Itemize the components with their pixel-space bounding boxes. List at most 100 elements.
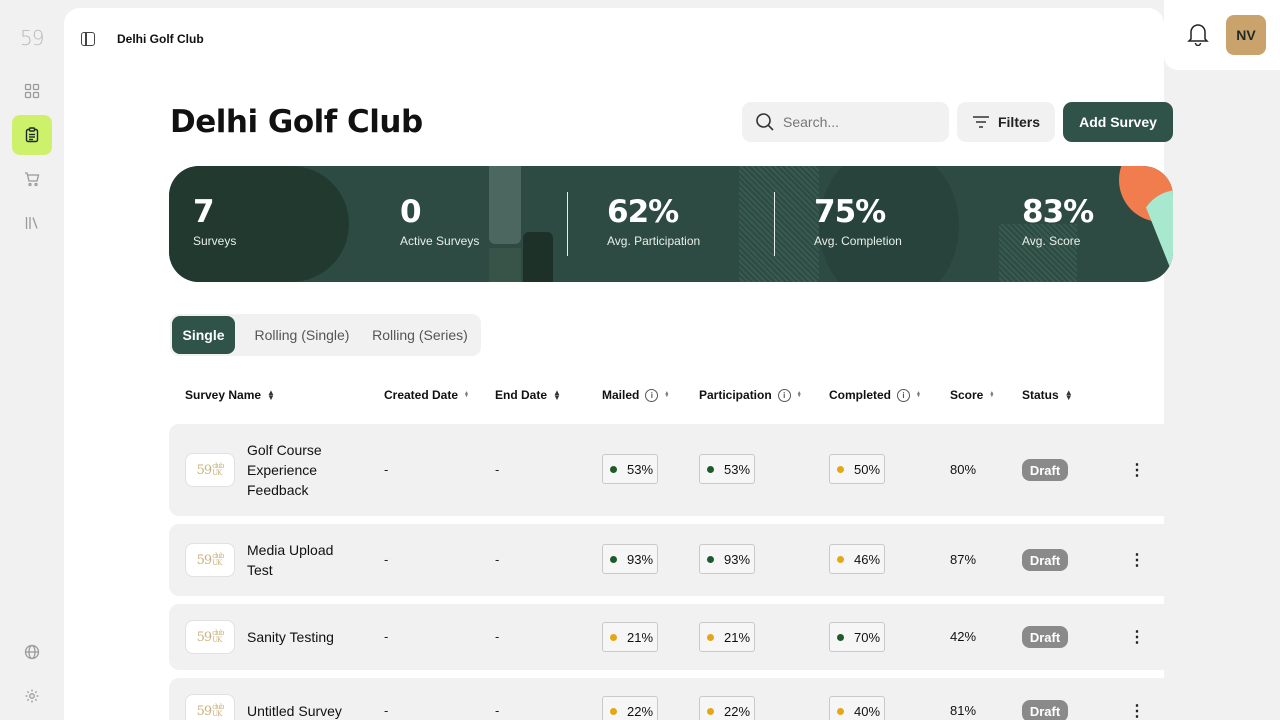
sort-icon: ▲ ▼: [989, 390, 995, 399]
tab-single[interactable]: Single: [172, 316, 235, 354]
col-status[interactable]: Status ▲ ▼: [1022, 388, 1073, 402]
main-panel: Delhi Golf Club Delhi Golf Club Filters …: [64, 8, 1173, 720]
table-row[interactable]: 59 club UK Golf Course Experience Feedback…: [169, 424, 1173, 516]
filters-label: Filters: [997, 114, 1040, 130]
col-completed[interactable]: Completed i ▲ ▼: [829, 388, 921, 402]
stat-active-surveys: 0 Active Surveys: [400, 194, 479, 248]
created-date: -: [384, 552, 389, 567]
search-box[interactable]: [742, 102, 949, 142]
status-dot: [837, 633, 844, 641]
completed-pill: 70%: [829, 622, 885, 652]
status-dot: [837, 707, 844, 715]
end-date: -: [495, 629, 500, 644]
info-icon[interactable]: i: [897, 388, 911, 402]
stat-value: 62%: [607, 194, 679, 230]
avatar[interactable]: NV: [1226, 15, 1266, 55]
more-options-icon[interactable]: ⋮: [1129, 701, 1145, 720]
col-participation[interactable]: Participation i ▲ ▼: [699, 388, 802, 402]
col-created-date[interactable]: Created Date ▲ ▼: [384, 388, 469, 402]
banner-decoration: [523, 232, 553, 282]
participation-pill: 21%: [699, 622, 755, 652]
col-survey-name[interactable]: Survey Name ▲ ▼: [185, 388, 275, 402]
stats-banner: 7 Surveys 0 Active Surveys 62% Avg. Part…: [169, 166, 1173, 282]
survey-name[interactable]: Golf Course Experience Feedback: [247, 440, 357, 500]
status-dot: [610, 555, 617, 563]
table-row[interactable]: 59 club UK Untitled Survey - - 22% 22% 40%…: [169, 678, 1173, 720]
gear-icon[interactable]: [12, 676, 52, 716]
created-date: -: [384, 703, 389, 718]
sidebar: 59: [0, 0, 64, 720]
search-input[interactable]: [783, 114, 933, 130]
status-badge: Draft: [1022, 700, 1068, 720]
mailed-pill: 22%: [602, 696, 658, 720]
score: 80%: [950, 462, 977, 477]
filters-button[interactable]: Filters: [957, 102, 1055, 142]
filter-icon: [972, 116, 989, 128]
col-mailed[interactable]: Mailed i ▲ ▼: [602, 388, 669, 402]
score: 42%: [950, 629, 977, 644]
sidebar-toggle-icon[interactable]: [81, 32, 95, 46]
participation-pill: 93%: [699, 544, 755, 574]
dashboard-icon[interactable]: [12, 71, 52, 111]
sort-icon: ▲ ▼: [1064, 388, 1073, 402]
survey-logo: 59 club UK: [185, 453, 235, 487]
more-options-icon[interactable]: ⋮: [1129, 460, 1145, 480]
add-survey-button[interactable]: Add Survey: [1063, 102, 1173, 142]
mailed-pill: 21%: [602, 622, 658, 652]
completed-pill: 50%: [829, 454, 885, 484]
survey-name[interactable]: Untitled Survey: [247, 701, 357, 720]
status-dot: [707, 633, 714, 641]
score: 87%: [950, 552, 977, 567]
topbar-right: NV: [1164, 0, 1280, 70]
status-badge: Draft: [1022, 626, 1068, 648]
more-options-icon[interactable]: ⋮: [1129, 550, 1145, 570]
col-end-date[interactable]: End Date ▲ ▼: [495, 388, 561, 402]
score: 81%: [950, 703, 977, 718]
created-date: -: [384, 462, 389, 477]
stat-divider: [774, 192, 775, 256]
info-icon[interactable]: i: [645, 388, 659, 402]
library-icon[interactable]: [12, 203, 52, 243]
created-date: -: [384, 629, 389, 644]
stat-value: 75%: [814, 194, 886, 230]
brand-logo[interactable]: 59: [20, 26, 44, 50]
col-score[interactable]: Score ▲ ▼: [950, 388, 994, 402]
end-date: -: [495, 552, 500, 567]
survey-logo: 59 club UK: [185, 694, 235, 720]
info-icon[interactable]: i: [777, 388, 791, 402]
tab-rolling-single[interactable]: Rolling (Single): [243, 316, 361, 354]
table-row[interactable]: 59 club UK Sanity Testing - - 21% 21% 70% …: [169, 604, 1173, 670]
column-label: Status: [1022, 388, 1059, 402]
mailed-pill: 93%: [602, 544, 658, 574]
stat-label: Avg. Completion: [814, 234, 902, 248]
table-row[interactable]: 59 club UK Media Upload Test - - 93% 93% 4…: [169, 524, 1173, 596]
survey-logo: 59 club UK: [185, 543, 235, 577]
stat-avg-score: 83% Avg. Score: [1022, 194, 1094, 248]
stat-surveys: 7 Surveys: [193, 194, 236, 248]
completed-pill: 40%: [829, 696, 885, 720]
sort-icon: ▲ ▼: [664, 390, 670, 399]
stat-value: 83%: [1022, 194, 1094, 230]
sort-icon: ▲ ▼: [553, 388, 561, 402]
status-badge: Draft: [1022, 549, 1068, 571]
completed-pill: 46%: [829, 544, 885, 574]
stat-label: Surveys: [193, 234, 237, 248]
more-options-icon[interactable]: ⋮: [1129, 627, 1145, 647]
sort-icon: ▲ ▼: [267, 388, 275, 402]
survey-name[interactable]: Media Upload Test: [247, 540, 357, 580]
survey-logo: 59 club UK: [185, 620, 235, 654]
survey-type-tabs: Single Rolling (Single) Rolling (Series): [170, 314, 481, 356]
bell-icon[interactable]: [1187, 22, 1209, 46]
tab-rolling-series[interactable]: Rolling (Series): [361, 316, 479, 354]
column-label: Score: [950, 388, 984, 402]
end-date: -: [495, 703, 500, 718]
status-dot: [610, 707, 617, 715]
participation-pill: 53%: [699, 454, 755, 484]
globe-icon[interactable]: [12, 632, 52, 672]
status-dot: [837, 465, 844, 473]
survey-name[interactable]: Sanity Testing: [247, 627, 357, 647]
column-label: Participation: [699, 388, 772, 402]
stat-divider: [567, 192, 568, 256]
cart-icon[interactable]: [12, 159, 52, 199]
surveys-icon[interactable]: [12, 115, 52, 155]
